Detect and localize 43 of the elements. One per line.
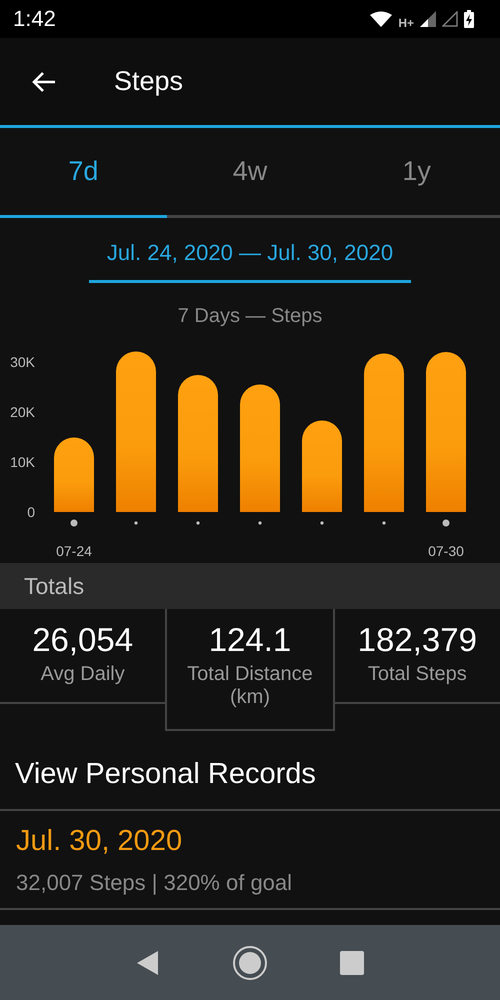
stat-card-selected[interactable]: 124.1 Total Distance (km) bbox=[165, 609, 335, 731]
stat-value: 124.1 bbox=[208, 621, 292, 659]
wifi-icon bbox=[370, 11, 392, 27]
y-axis-label: 10K bbox=[10, 454, 35, 470]
status-time: 1:42 bbox=[13, 6, 56, 32]
day-dot bbox=[70, 520, 78, 526]
stat-label: Total Distance (km) bbox=[186, 663, 314, 709]
y-axis-label: 20K bbox=[10, 404, 35, 420]
stat-label: Total Steps bbox=[368, 663, 467, 686]
home-nav-icon[interactable] bbox=[232, 944, 268, 980]
chart-title: 7 Days — Steps bbox=[176, 305, 324, 329]
section-heading: Totals bbox=[24, 572, 84, 600]
network-type: H+ bbox=[398, 16, 414, 30]
recents-nav-icon[interactable] bbox=[340, 950, 364, 974]
period-tab[interactable]: 7d bbox=[0, 128, 167, 218]
stat-card[interactable]: 182,379 Total Steps bbox=[334, 609, 500, 704]
y-axis-label: 0 bbox=[27, 504, 35, 520]
record-date: Jul. 30, 2020 bbox=[16, 825, 184, 858]
signal-icon bbox=[420, 11, 436, 27]
day-dot bbox=[196, 521, 200, 525]
x-axis-label: 07-24 bbox=[56, 543, 92, 559]
y-axis-label: 30K bbox=[10, 354, 35, 370]
period-tab[interactable]: 4w bbox=[166, 128, 334, 218]
personal-records-link[interactable]: View Personal Records bbox=[15, 758, 316, 791]
stat-value: 26,054 bbox=[32, 621, 134, 659]
battery-icon bbox=[464, 10, 474, 28]
day-dot bbox=[382, 521, 386, 525]
day-dot bbox=[258, 521, 262, 525]
back-nav-icon[interactable] bbox=[136, 950, 160, 976]
stat-value: 182,379 bbox=[358, 621, 477, 659]
record-row[interactable]: Jul. 30, 2020 32,007 Steps | 320% of goal bbox=[0, 811, 500, 910]
date-range-selector[interactable]: Jul. 24, 2020 — Jul. 30, 2020 bbox=[88, 236, 412, 283]
record-detail: 32,007 Steps | 320% of goal bbox=[16, 870, 294, 896]
stat-label: Avg Daily bbox=[40, 663, 125, 686]
signal-empty-icon bbox=[442, 11, 458, 27]
day-dot bbox=[134, 521, 138, 525]
back-arrow-icon[interactable] bbox=[31, 70, 57, 92]
day-dot bbox=[442, 520, 450, 526]
stat-card[interactable]: 26,054 Avg Daily bbox=[0, 609, 166, 704]
screen-title: Steps bbox=[114, 66, 184, 97]
x-axis-label: 07-30 bbox=[428, 543, 464, 559]
day-dot bbox=[320, 521, 324, 525]
period-tab[interactable]: 1y bbox=[333, 128, 500, 218]
